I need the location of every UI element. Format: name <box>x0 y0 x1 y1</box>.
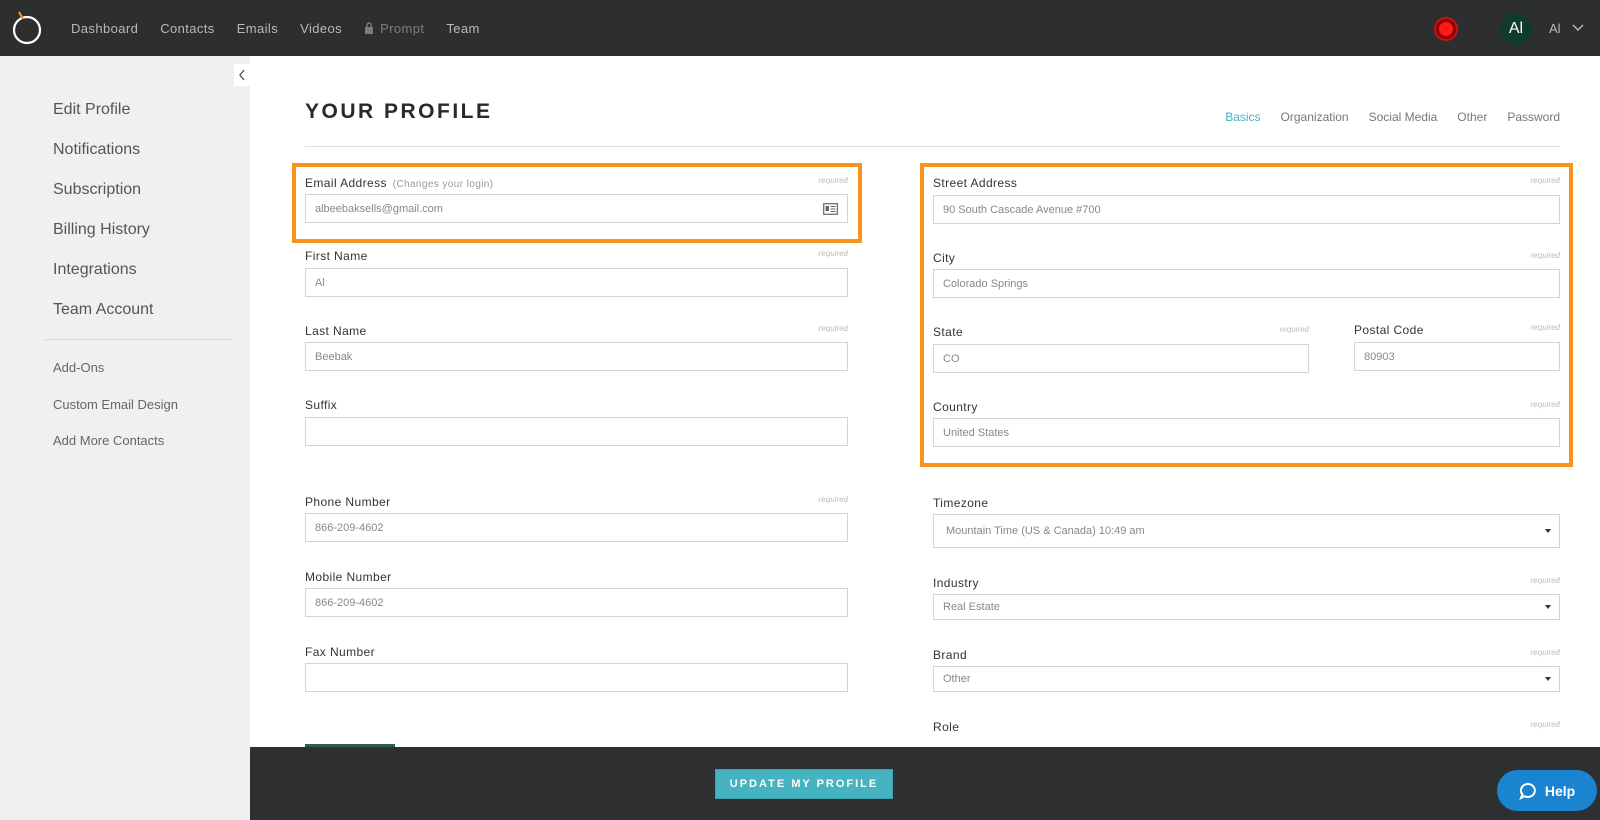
timezone-field-group: Timezone Mountain Time (US & Canada) 10:… <box>933 496 1560 556</box>
first-name-input[interactable] <box>305 268 848 297</box>
dropdown-caret-icon <box>1545 529 1551 533</box>
sidebar-divider <box>45 339 232 340</box>
page-title: YOUR PROFILE <box>305 100 493 123</box>
title-divider <box>305 146 1560 147</box>
mobile-input[interactable] <box>305 588 848 617</box>
avatar[interactable]: Al <box>1500 13 1532 45</box>
chevron-left-icon <box>239 69 245 81</box>
help-label: Help <box>1544 782 1576 799</box>
last-name-input[interactable] <box>305 342 848 371</box>
suffix-field-group: Suffix <box>305 398 848 455</box>
brand-value: Other <box>943 673 971 685</box>
suffix-label: Suffix <box>305 398 338 412</box>
brand-field-group: Brand required Other <box>933 648 1560 703</box>
role-label: Role <box>933 720 960 734</box>
phone-label: Phone Number <box>305 495 391 509</box>
sidebar-item-add-more-contacts[interactable]: Add More Contacts <box>53 429 178 466</box>
required-note: required <box>1530 648 1560 657</box>
nav-team[interactable]: Team <box>446 21 479 36</box>
industry-label: Industry <box>933 576 979 590</box>
phone-input[interactable] <box>305 513 848 542</box>
tab-organization[interactable]: Organization <box>1281 110 1349 124</box>
industry-field-group: Industry required Real Estate <box>933 576 1560 631</box>
brand-label: Brand <box>933 648 968 662</box>
tab-basics[interactable]: Basics <box>1225 110 1260 124</box>
required-note: required <box>818 324 848 333</box>
nav-dashboard[interactable]: Dashboard <box>71 21 138 36</box>
timezone-value: Mountain Time (US & Canada) 10:49 am <box>946 525 1145 537</box>
logo-icon[interactable] <box>10 10 44 46</box>
lock-icon <box>365 22 374 34</box>
nav-videos[interactable]: Videos <box>300 21 342 36</box>
phone-field-group: Phone Number required <box>305 495 848 552</box>
profile-tabs: Basics Organization Social Media Other P… <box>1205 110 1560 124</box>
address-highlight-box <box>920 163 1573 467</box>
last-name-label: Last Name <box>305 324 367 338</box>
sidebar-item-custom-email-design[interactable]: Custom Email Design <box>53 393 178 430</box>
sidebar-item-edit-profile[interactable]: Edit Profile <box>53 96 154 136</box>
tab-social-media[interactable]: Social Media <box>1369 110 1438 124</box>
role-field-group: Role required <box>933 720 1560 740</box>
sidebar-item-subscription[interactable]: Subscription <box>53 176 154 216</box>
nav-prompt[interactable]: Prompt <box>364 21 424 36</box>
timezone-label: Timezone <box>933 496 989 510</box>
collapse-sidebar-button[interactable] <box>234 64 250 86</box>
top-nav-bar: Dashboard Contacts Emails Videos Prompt … <box>0 0 1600 56</box>
settings-sidebar: Edit Profile Notifications Subscription … <box>0 56 250 820</box>
sidebar-item-notifications[interactable]: Notifications <box>53 136 154 176</box>
fax-label: Fax Number <box>305 645 376 659</box>
sidebar-item-billing-history[interactable]: Billing History <box>53 216 154 256</box>
email-highlight-box <box>292 163 862 243</box>
sidebar-main-menu: Edit Profile Notifications Subscription … <box>53 96 154 336</box>
help-button[interactable]: Help <box>1497 770 1597 811</box>
chevron-down-icon[interactable] <box>1572 24 1584 32</box>
industry-select[interactable]: Real Estate <box>933 594 1560 620</box>
record-icon[interactable] <box>1436 19 1456 39</box>
timezone-select[interactable]: Mountain Time (US & Canada) 10:49 am <box>933 514 1560 548</box>
dropdown-caret-icon <box>1545 677 1551 681</box>
nav-contacts[interactable]: Contacts <box>160 21 215 36</box>
first-name-label: First Name <box>305 249 368 263</box>
nav-prompt-label: Prompt <box>380 20 425 36</box>
chat-bubble-icon <box>1519 782 1536 800</box>
sidebar-item-team-account[interactable]: Team Account <box>53 296 154 336</box>
required-note: required <box>1530 720 1560 729</box>
user-name[interactable]: Al <box>1549 21 1561 36</box>
dropdown-caret-icon <box>1545 605 1551 609</box>
brand-select[interactable]: Other <box>933 666 1560 692</box>
last-name-field-group: Last Name required <box>305 324 848 381</box>
sidebar-sub-menu: Add-Ons Custom Email Design Add More Con… <box>53 356 178 466</box>
mobile-field-group: Mobile Number <box>305 570 848 627</box>
required-note: required <box>818 249 848 258</box>
sidebar-item-integrations[interactable]: Integrations <box>53 256 154 296</box>
required-note: required <box>1530 576 1560 585</box>
sidebar-item-add-ons[interactable]: Add-Ons <box>53 356 178 393</box>
first-name-field-group: First Name required <box>305 249 848 306</box>
profile-main: YOUR PROFILE Basics Organization Social … <box>250 56 1600 820</box>
required-note: required <box>818 495 848 504</box>
tab-password[interactable]: Password <box>1507 110 1560 124</box>
bottom-action-bar: UPDATE MY PROFILE <box>250 747 1600 820</box>
tab-other[interactable]: Other <box>1457 110 1487 124</box>
suffix-input[interactable] <box>305 417 848 446</box>
fax-field-group: Fax Number <box>305 645 848 702</box>
fax-input[interactable] <box>305 663 848 692</box>
nav-emails[interactable]: Emails <box>237 21 278 36</box>
main-nav: Dashboard Contacts Emails Videos Prompt … <box>71 0 502 56</box>
update-profile-button[interactable]: UPDATE MY PROFILE <box>715 769 893 799</box>
industry-value: Real Estate <box>943 601 1000 613</box>
mobile-label: Mobile Number <box>305 570 392 584</box>
